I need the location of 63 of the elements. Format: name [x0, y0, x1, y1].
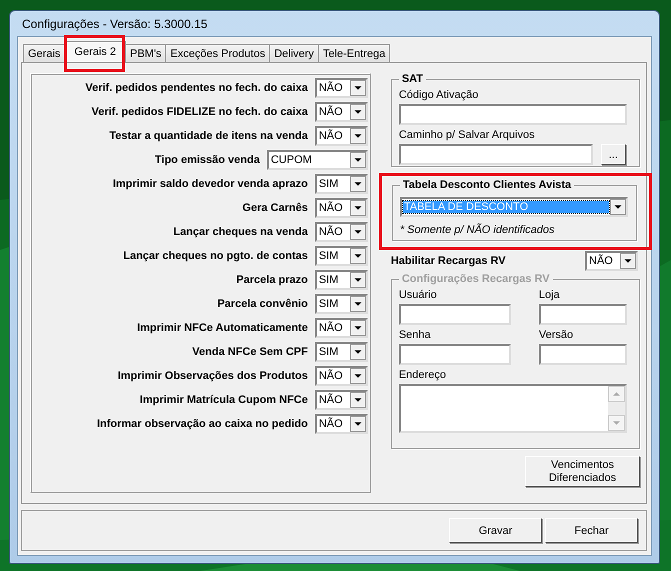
due-dates-button[interactable]: Vencimentos Diferenciados — [525, 456, 640, 487]
dropdown[interactable]: NÃO — [314, 318, 368, 338]
dropdown[interactable]: NÃO — [314, 366, 368, 386]
setting-label: Venda NFCe Sem CPF — [192, 346, 308, 358]
dropdown[interactable]: NÃO — [314, 198, 368, 218]
dropdown[interactable]: NÃO — [314, 222, 368, 242]
field-label: Caminho p/ Salvar Arquivos — [398, 129, 536, 141]
setting-label: Informar observação ao caixa no pedido — [96, 418, 308, 430]
action-button[interactable]: Fechar — [545, 518, 638, 543]
scroll-up-icon[interactable] — [608, 386, 625, 402]
dropdown[interactable]: NÃO — [585, 251, 638, 271]
setting-label: Lançar cheques na venda — [173, 226, 308, 238]
browse-button[interactable]: ... — [600, 144, 626, 165]
scroll-down-icon[interactable] — [608, 415, 625, 431]
setting-label: Parcela convênio — [217, 298, 308, 310]
dropdown[interactable]: NÃO — [314, 414, 368, 434]
field-label: Usuário — [398, 289, 438, 301]
setting-label: Parcela prazo — [236, 274, 308, 286]
dropdown[interactable]: NÃO — [314, 126, 368, 146]
dropdown[interactable]: NÃO — [314, 102, 368, 122]
setting-label: Imprimir saldo devedor venda aprazo — [112, 178, 308, 190]
field-label: Versão — [538, 329, 574, 341]
field-label: Senha — [398, 329, 432, 341]
setting-label: Testar a quantidade de itens na venda — [109, 130, 308, 142]
field-label: Endereço — [398, 369, 447, 381]
input-field[interactable] — [398, 304, 511, 325]
tab[interactable]: Delivery — [269, 44, 319, 62]
action-button[interactable]: Gravar — [449, 518, 542, 543]
dropdown[interactable]: NÃO — [314, 390, 368, 410]
dropdown[interactable]: CUPOM — [266, 150, 368, 170]
dropdown[interactable]: SIM — [314, 294, 368, 314]
window-title: Configurações - Versão: 5.3000.15 — [22, 16, 208, 30]
tab[interactable]: Tele-Entrega — [318, 44, 390, 62]
input-field[interactable] — [538, 344, 627, 365]
dropdown[interactable]: SIM — [314, 246, 368, 266]
input-field[interactable] — [538, 304, 627, 325]
dropdown[interactable]: SIM — [314, 270, 368, 290]
setting-label: Habilitar Recargas RV — [390, 255, 506, 267]
input-field[interactable] — [398, 144, 593, 165]
setting-label: Verif. pedidos pendentes no fech. do caixa — [85, 82, 308, 94]
text-area[interactable] — [398, 384, 627, 433]
tab[interactable]: Gerais — [23, 44, 66, 62]
setting-label: Imprimir Observações dos Produtos — [118, 370, 308, 382]
setting-label: Lançar cheques no pgto. de contas — [123, 250, 308, 262]
setting-label: Verif. pedidos FIDELIZE no fech. do caixa — [91, 106, 308, 118]
setting-label: Tipo emissão venda — [154, 154, 260, 166]
note-text: * Somente p/ NÃO identificados — [400, 224, 556, 236]
tab[interactable]: PBM's — [124, 44, 166, 62]
group-title: SAT — [400, 73, 424, 85]
input-field[interactable] — [398, 104, 627, 125]
scrollbar[interactable] — [608, 386, 625, 431]
field-label: Loja — [538, 289, 561, 301]
dropdown[interactable]: SIM — [314, 342, 368, 362]
setting-label: Gera Carnês — [242, 202, 308, 214]
group-title: Configurações Recargas RV — [400, 273, 551, 285]
setting-label: Imprimir NFCe Automaticamente — [137, 322, 308, 334]
dropdown[interactable]: SIM — [314, 174, 368, 194]
group-title: Tabela Desconto Clientes Avista — [402, 179, 572, 191]
tab[interactable]: Exceções Produtos — [165, 44, 270, 62]
dropdown[interactable]: NÃO — [314, 78, 368, 98]
input-field[interactable] — [398, 344, 511, 365]
setting-label: Imprimir Matrícula Cupom NFCe — [140, 394, 308, 406]
field-label: Código Ativação — [398, 89, 480, 101]
